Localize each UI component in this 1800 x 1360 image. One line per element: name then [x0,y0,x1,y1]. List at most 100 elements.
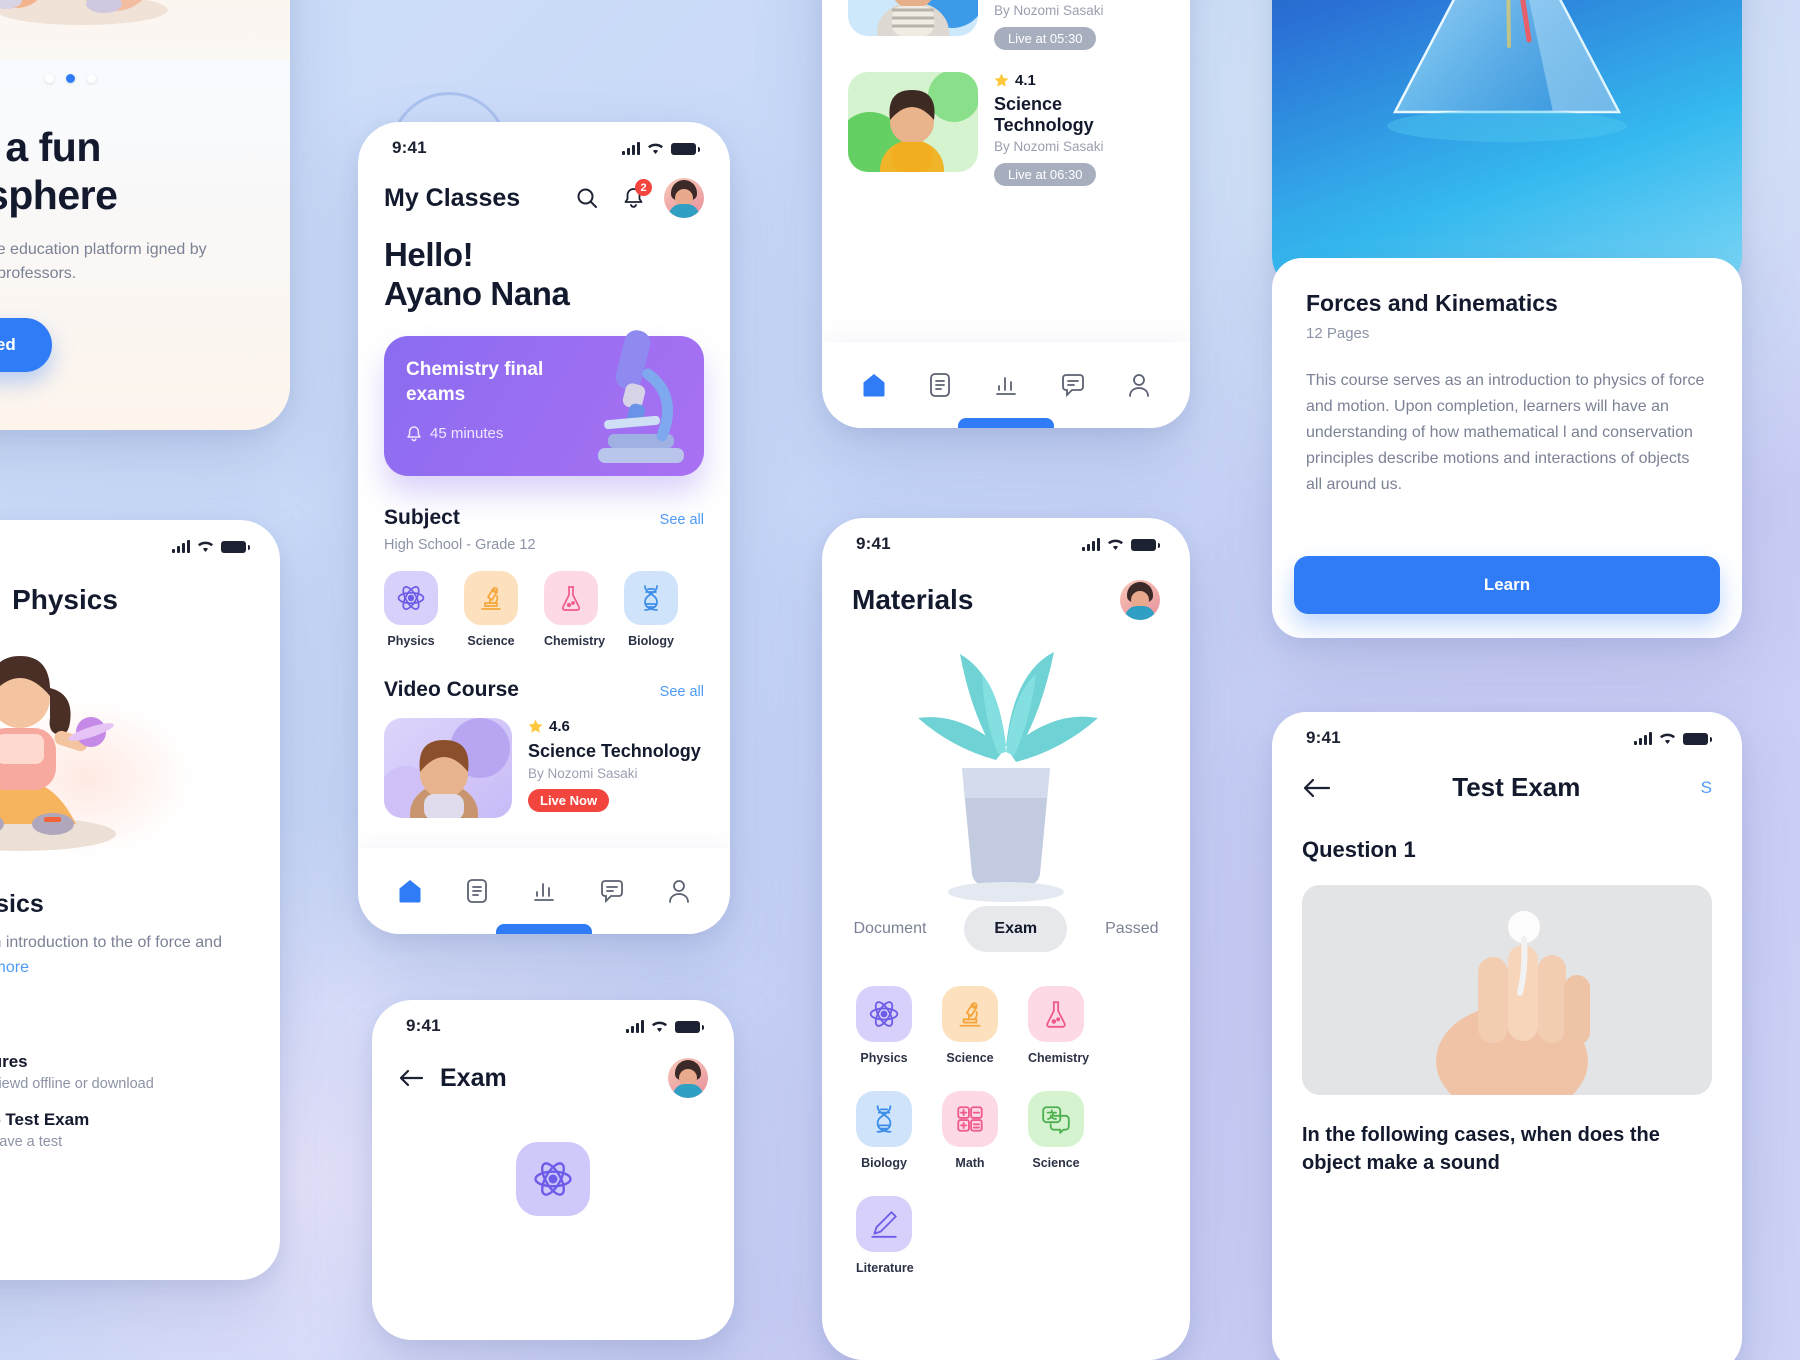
subject-item-chemistry[interactable]: Chemistry [544,570,606,648]
status-bar: 9:41 [1272,712,1742,748]
tab-profile[interactable] [667,878,691,904]
tab-profile[interactable] [1127,372,1151,398]
detail-row: 15 Chapter + 5 Test Exam Each lesson wil… [0,1110,246,1150]
star-icon [994,73,1009,87]
prism-illustration [1387,0,1627,142]
profile-icon [1129,374,1150,397]
home-indicator [958,418,1054,428]
avatar[interactable] [1120,580,1160,620]
dna-icon [856,1091,912,1147]
material-item-physics[interactable]: Physics [856,986,912,1065]
tab-chat[interactable] [1060,373,1086,398]
exam-banner-time-text: 45 minutes [430,425,504,443]
course-meta: 4.1 Science Technology By Nozomi Sasaki … [994,72,1164,186]
material-label: Chemistry [1028,1051,1090,1065]
pagination-dots[interactable] [0,74,290,83]
home-icon [399,880,421,903]
video-rating: 4.6 [528,718,701,735]
course-author: By Nozomi Sasaki [994,3,1104,18]
back-arrow-icon[interactable] [398,1068,424,1088]
subject-section-header: Subject See all [358,506,730,530]
video-see-all-link[interactable]: See all [660,684,704,700]
design-showcase-canvas: Bring a fun atmosphere is the first onli… [0,0,1800,1360]
avatar[interactable] [664,178,704,218]
subject-list: Physics Science Chemistry Biology [358,570,730,648]
back-arrow-icon[interactable] [1302,777,1332,799]
live-now-badge: Live Now [528,788,610,812]
segment-exam[interactable]: Exam [964,906,1068,952]
live-time-badge: Live at 05:30 [994,27,1097,50]
star-icon [528,719,543,733]
microscope-illustration [598,330,684,463]
page-title: Test Exam [1452,772,1581,802]
skip-link[interactable]: S [1701,778,1712,798]
video-meta: 4.6 Science Technology By Nozomi Sasaki … [528,718,701,818]
tab-home[interactable] [397,878,423,904]
tab-stats[interactable] [993,372,1019,398]
atom-icon[interactable] [516,1142,590,1216]
forces-body: Forces and Kinematics 12 Pages This cour… [1272,258,1742,498]
material-item-math[interactable]: Math [942,1091,998,1170]
bottom-tab-bar [822,342,1190,428]
material-item-chemistry[interactable]: Chemistry [1028,986,1090,1065]
question-label: Question 1 [1302,837,1416,862]
onboarding-subtitle: is the first online education platform i… [0,240,207,282]
exam-banner-card[interactable]: Chemistry final exams 45 minutes [384,330,704,488]
status-bar: 9:41 [822,518,1190,554]
tab-chat[interactable] [599,879,625,904]
subject-item-physics[interactable]: Physics [384,570,438,648]
status-bar [0,520,280,556]
video-course-card[interactable]: 4.6 Science Technology By Nozomi Sasaki … [358,717,730,818]
greeting: Hello! Ayano Nana [358,218,730,314]
battery-icon [1131,538,1160,551]
material-item-biology[interactable]: Biology [856,1091,912,1170]
read-more-link[interactable]: Read more [0,959,29,976]
subject-see-all-link[interactable]: See all [660,512,704,528]
segment-document[interactable]: Document [824,906,957,952]
course-thumbnail [848,72,978,172]
pen-icon [856,1196,912,1252]
forces-paragraph: This course serves as an introduction to… [1306,372,1705,493]
search-icon[interactable] [572,183,602,213]
profile-icon [669,880,689,903]
greeting-line-2: Ayano Nana [384,274,570,312]
material-label: Science [946,1051,994,1065]
wifi-icon [648,143,663,154]
subject-label: Chemistry [544,633,606,648]
avatar[interactable] [668,1058,708,1098]
tab-home[interactable] [861,372,887,398]
calculator-icon [942,1091,998,1147]
dna-icon [624,570,678,625]
materials-subject-grid: Physics Science Chemistry Biology Math S… [822,952,1190,1275]
subject-item-science[interactable]: Science [464,570,518,648]
video-thumbnail [384,717,512,818]
course-row[interactable]: 4.1 Science Technology By Nozomi Sasaki … [822,72,1190,186]
signal-icon [622,141,640,155]
learn-button[interactable]: Learn [1294,556,1720,614]
dot-1[interactable] [44,74,54,83]
tab-stats[interactable] [531,878,557,904]
dot-3[interactable] [86,74,96,83]
forces-title: Forces and Kinematics [1306,290,1558,316]
physics-description: rse serves as an introduction to the of … [0,931,246,981]
get-started-button[interactable]: Get started [0,317,52,372]
battery-icon [675,1020,704,1033]
detail-sub: Lectures can be viewd offline or downloa… [0,1075,154,1092]
subject-label: Science [467,633,515,648]
chat-icon [601,879,623,903]
my-classes-header: My Classes 2 [358,158,730,218]
material-item-science[interactable]: Science [942,986,998,1065]
detail-sub: Each lesson will have a test [0,1133,63,1150]
tab-documents[interactable] [465,878,489,904]
live-time-badge: Live at 06:30 [994,163,1097,186]
material-item-science-language[interactable]: Science [1028,1091,1084,1170]
tab-documents[interactable] [928,372,952,398]
dot-2[interactable] [65,74,75,83]
physics-illustration [0,616,280,886]
notifications-icon[interactable]: 2 [618,179,652,213]
course-row[interactable]: 4.4 Science Technology By Nozomi Sasaki … [822,0,1190,50]
subject-item-biology[interactable]: Biology [624,570,678,648]
segment-passed[interactable]: Passed [1075,906,1188,952]
material-item-literature[interactable]: Literature [856,1196,914,1275]
page-title: Materials [852,584,974,615]
